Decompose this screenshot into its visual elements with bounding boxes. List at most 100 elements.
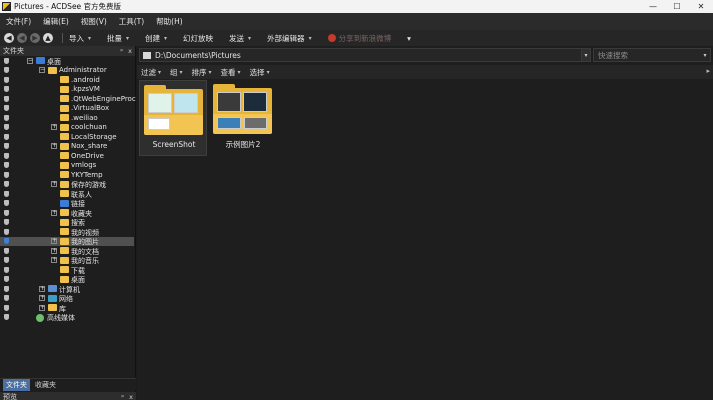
tree-item[interactable]: − 桌面	[0, 56, 134, 66]
pin-icon[interactable]	[3, 238, 9, 245]
tree-item[interactable]: − Administrator	[0, 66, 134, 76]
back-history-icon[interactable]: ◀	[17, 33, 27, 43]
pin-icon[interactable]	[3, 133, 9, 140]
maximize-button[interactable]: ☐	[665, 0, 689, 13]
pin-icon[interactable]	[3, 114, 9, 121]
external-editor-menu[interactable]: 外部编辑器 ▾	[267, 33, 312, 44]
expand-icon[interactable]: +	[39, 285, 45, 292]
thumbnail-item[interactable]: ScreenShot	[139, 80, 207, 156]
tree-item[interactable]: YKYTemp	[0, 170, 134, 180]
pin-icon[interactable]	[3, 86, 9, 93]
pin-icon[interactable]	[3, 190, 9, 197]
batch-menu[interactable]: 批量 ▾	[107, 33, 129, 44]
pin-icon[interactable]	[3, 314, 9, 321]
tree-item[interactable]: .android	[0, 75, 134, 85]
pin-panel-icon[interactable]: ᵖ	[120, 47, 123, 55]
pin-icon[interactable]	[3, 228, 9, 235]
send-menu[interactable]: 发送 ▾	[229, 33, 251, 44]
pin-icon[interactable]	[3, 200, 9, 207]
collapse-icon[interactable]: −	[39, 67, 45, 73]
tree-item[interactable]: OneDrive	[0, 151, 134, 161]
thumbnail-item[interactable]: 示例图片2	[209, 80, 277, 156]
tree-item[interactable]: LocalStorage	[0, 132, 134, 142]
menu-help[interactable]: 帮助(H)	[156, 16, 183, 27]
pin-panel-icon[interactable]: ᵖ	[121, 393, 124, 400]
tree-item[interactable]: + 计算机	[0, 284, 134, 294]
pin-icon[interactable]	[3, 304, 9, 311]
pin-icon[interactable]	[3, 143, 9, 150]
expand-icon[interactable]: +	[39, 295, 45, 301]
pin-icon[interactable]	[3, 76, 9, 83]
pin-icon[interactable]	[3, 257, 9, 264]
tree-item[interactable]: .VirtualBox	[0, 104, 134, 114]
import-menu[interactable]: 导入 ▾	[69, 33, 91, 44]
forward-icon[interactable]: ▶	[30, 33, 40, 43]
expand-icon[interactable]: +	[51, 124, 57, 130]
expand-icon[interactable]: +	[51, 257, 57, 263]
sort-menu[interactable]: 排序 ▾	[192, 67, 212, 78]
collapse-icon[interactable]: −	[27, 57, 33, 64]
menu-view[interactable]: 视图(V)	[81, 16, 107, 27]
tree-item[interactable]: + Nox_share	[0, 142, 134, 152]
pin-icon[interactable]	[3, 162, 9, 169]
close-panel-icon[interactable]: x	[128, 47, 132, 55]
expand-icon[interactable]: +	[39, 304, 45, 311]
pin-icon[interactable]	[3, 266, 9, 273]
close-panel-icon[interactable]: x	[129, 393, 133, 400]
expand-icon[interactable]: +	[51, 181, 57, 187]
toolbar-overflow-button[interactable]: ▾	[407, 34, 411, 43]
tab-favorites[interactable]: 收藏夹	[32, 379, 59, 391]
pin-icon[interactable]	[3, 67, 9, 74]
pin-icon[interactable]	[3, 285, 9, 292]
expand-icon[interactable]: +	[51, 209, 57, 216]
pin-icon[interactable]	[3, 105, 9, 112]
back-icon[interactable]: ◀	[4, 33, 14, 43]
tree-item[interactable]: 我的视频	[0, 227, 134, 237]
tree-item[interactable]: .kpzsVM	[0, 85, 134, 95]
pin-icon[interactable]	[3, 295, 9, 302]
tree-item[interactable]: + 保存的游戏	[0, 180, 134, 189]
minimize-button[interactable]: —	[641, 0, 665, 13]
create-menu[interactable]: 创建 ▾	[145, 33, 167, 44]
tree-item[interactable]: + 网络	[0, 294, 134, 303]
tree-item[interactable]: vmlogs	[0, 161, 134, 171]
tab-folders[interactable]: 文件夹	[3, 378, 30, 391]
tree-item[interactable]: + coolchuan	[0, 123, 134, 133]
tree-item[interactable]: 下载	[0, 265, 134, 275]
tree-item[interactable]: + 收藏夹	[0, 208, 134, 218]
up-level-icon[interactable]: ▲	[43, 33, 53, 43]
group-menu[interactable]: 组 ▾	[170, 67, 183, 78]
menu-file[interactable]: 文件(F)	[6, 16, 31, 27]
expand-icon[interactable]: +	[51, 238, 57, 244]
filter-menu[interactable]: 过滤 ▾	[141, 67, 161, 78]
pin-icon[interactable]	[3, 152, 9, 159]
pin-icon[interactable]	[3, 171, 9, 178]
tree-item[interactable]: .QtWebEngineProcess	[0, 94, 136, 104]
tree-item[interactable]: .weiliao	[0, 113, 134, 123]
pin-icon[interactable]	[3, 124, 9, 131]
tree-item[interactable]: + 库	[0, 303, 134, 313]
view-menu[interactable]: 查看 ▾	[221, 67, 241, 78]
tree-item[interactable]: 链接	[0, 199, 134, 208]
tree-item[interactable]: 搜索	[0, 218, 134, 227]
menu-edit[interactable]: 编辑(E)	[43, 16, 69, 27]
path-field[interactable]: D:\Documents\Pictures	[139, 48, 591, 62]
pin-icon[interactable]	[3, 57, 9, 64]
tree-item[interactable]: 高线媒体	[0, 313, 134, 322]
pin-icon[interactable]	[3, 219, 9, 226]
quick-search-input[interactable]: 快速搜索 ▾	[593, 48, 711, 62]
path-history-dropdown[interactable]: ▾	[581, 48, 591, 62]
tree-item[interactable]: + 我的图片	[0, 236, 134, 246]
select-menu[interactable]: 选择 ▾	[250, 67, 270, 78]
share-weibo-button[interactable]: 分享到新浪微博	[327, 33, 391, 44]
tree-item[interactable]: 桌面	[0, 275, 134, 284]
expand-icon[interactable]: +	[51, 143, 57, 149]
close-button[interactable]: ✕	[689, 0, 713, 13]
pin-icon[interactable]	[3, 247, 9, 254]
tree-item[interactable]: + 我的音乐	[0, 256, 134, 265]
pin-icon[interactable]	[3, 276, 9, 283]
pin-icon[interactable]	[3, 95, 9, 102]
tree-item[interactable]: 联系人	[0, 189, 134, 199]
pin-icon[interactable]	[3, 181, 9, 188]
filter-bar-overflow-icon[interactable]: ▸	[706, 67, 710, 75]
